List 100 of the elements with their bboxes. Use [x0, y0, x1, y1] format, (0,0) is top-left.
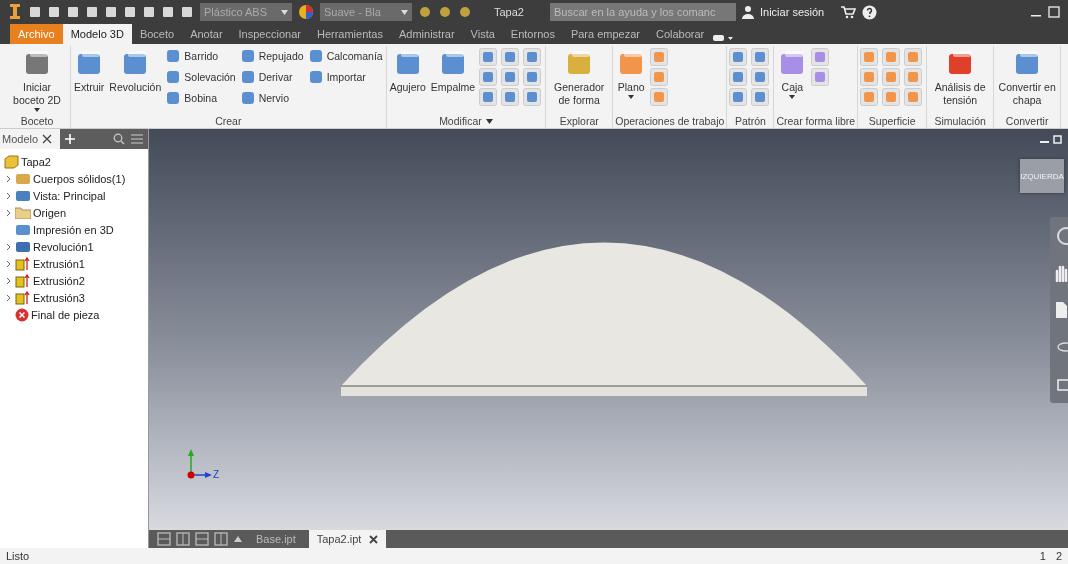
- page-number[interactable]: 1: [1039, 550, 1046, 562]
- tool-icon[interactable]: [860, 68, 879, 86]
- toolbar-icon[interactable]: [438, 5, 452, 19]
- toolbar-icon[interactable]: [104, 5, 118, 19]
- layout-icon[interactable]: [157, 532, 171, 546]
- tool-icon[interactable]: [650, 48, 669, 66]
- tool-icon[interactable]: [811, 48, 830, 66]
- ribbon-button[interactable]: Bobina: [165, 88, 237, 107]
- group-title[interactable]: Convertir: [996, 114, 1059, 128]
- ribbon-tab[interactable]: Boceto: [131, 24, 183, 44]
- ribbon-button[interactable]: Derivar: [239, 67, 305, 86]
- tree-item[interactable]: Vista: Principal: [33, 189, 106, 202]
- ribbon-button[interactable]: Calcomanía: [307, 46, 384, 65]
- ribbon-button[interactable]: Análisis de tensión: [929, 46, 992, 107]
- caret-icon[interactable]: [401, 9, 408, 15]
- ribbon-tab[interactable]: Herramientas: [308, 24, 391, 44]
- search-field[interactable]: Buscar en la ayuda y los comanc: [550, 3, 736, 21]
- ribbon-tab[interactable]: Inspeccionar: [230, 24, 309, 44]
- group-title[interactable]: Boceto: [6, 114, 68, 128]
- toolbar-icon[interactable]: [180, 5, 194, 19]
- help-icon[interactable]: [862, 4, 878, 20]
- close-icon[interactable]: [369, 534, 379, 544]
- menu-icon[interactable]: [131, 134, 143, 144]
- ribbon-button[interactable]: Convertir en chapa: [996, 46, 1059, 107]
- tool-icon[interactable]: [882, 88, 901, 106]
- ribbon-tab[interactable]: Modelo 3D: [62, 24, 132, 44]
- tool-icon[interactable]: [479, 68, 498, 86]
- color-wheel-icon[interactable]: [298, 4, 314, 20]
- tool-icon[interactable]: [860, 88, 879, 106]
- tool-icon[interactable]: [882, 48, 901, 66]
- tree-item[interactable]: Revolución1: [33, 240, 94, 253]
- page-icon[interactable]: [1054, 300, 1068, 319]
- tool-icon[interactable]: [501, 68, 520, 86]
- toolbar-icon[interactable]: [85, 5, 99, 19]
- maximize-icon[interactable]: [1048, 6, 1060, 18]
- tree-item[interactable]: Extrusión1: [33, 257, 85, 270]
- tool-icon[interactable]: [860, 48, 879, 66]
- restore-icon[interactable]: [1053, 135, 1062, 144]
- tree-item[interactable]: Origen: [33, 206, 67, 219]
- close-icon[interactable]: [42, 134, 53, 144]
- tool-icon[interactable]: [523, 68, 542, 86]
- group-title[interactable]: Simulación: [929, 114, 992, 128]
- ribbon-tab[interactable]: Anotar: [182, 24, 231, 44]
- toolbar-icon[interactable]: [47, 5, 61, 19]
- group-title[interactable]: Crear: [73, 114, 384, 128]
- document-tab[interactable]: Base.ipt: [248, 530, 304, 548]
- toolbar-icon[interactable]: [123, 5, 137, 19]
- ribbon-button[interactable]: Agujero: [388, 46, 427, 94]
- ribbon-button[interactable]: Nervio: [239, 88, 305, 107]
- ribbon-tab[interactable]: Entornos: [502, 24, 563, 44]
- ribbon-button[interactable]: Revolución: [108, 46, 163, 94]
- ribbon-tab[interactable]: Administrar: [390, 24, 463, 44]
- cart-icon[interactable]: [840, 5, 857, 19]
- ribbon-button[interactable]: Caja: [776, 46, 809, 99]
- ribbon-tab[interactable]: Colaborar: [648, 24, 713, 44]
- tool-icon[interactable]: [751, 88, 770, 106]
- toolbar-icon[interactable]: [161, 5, 175, 19]
- tool-icon[interactable]: [751, 48, 770, 66]
- tree-item[interactable]: Extrusión2: [33, 274, 85, 287]
- up-arrow-icon[interactable]: [233, 534, 243, 544]
- group-title[interactable]: Patrón: [729, 114, 772, 128]
- search-icon[interactable]: [113, 133, 125, 145]
- group-title[interactable]: Superficie: [860, 114, 925, 128]
- page-number[interactable]: 2: [1055, 550, 1062, 562]
- tool-icon[interactable]: [523, 48, 542, 66]
- add-icon[interactable]: [65, 134, 76, 144]
- tool-icon[interactable]: [650, 88, 669, 106]
- tool-icon[interactable]: [729, 88, 748, 106]
- tool-icon[interactable]: [479, 88, 498, 106]
- tool-icon[interactable]: [501, 88, 520, 106]
- layout-icon[interactable]: [195, 532, 209, 546]
- ribbon-button[interactable]: Empalme: [429, 46, 477, 94]
- ribbon-button[interactable]: Solevación: [165, 67, 237, 86]
- document-tab[interactable]: Tapa2.ipt: [308, 530, 387, 548]
- ribbon-button[interactable]: Iniciar boceto 2D: [6, 46, 68, 112]
- group-title[interactable]: Crear forma libre: [776, 114, 856, 128]
- ribbon-tab[interactable]: Para empezar: [562, 24, 648, 44]
- tool-icon[interactable]: [479, 48, 498, 66]
- toolbar-icon[interactable]: [458, 5, 472, 19]
- caret-icon[interactable]: [281, 9, 288, 15]
- tool-icon[interactable]: [523, 88, 542, 106]
- group-title[interactable]: Explorar: [548, 114, 611, 128]
- tool-icon[interactable]: [729, 68, 748, 86]
- tool-icon[interactable]: [751, 68, 770, 86]
- panel-tab[interactable]: Modelo: [2, 133, 39, 145]
- ribbon-button[interactable]: Importar: [307, 67, 384, 86]
- sign-in-link[interactable]: Iniciar sesión: [760, 6, 825, 18]
- ribbon-button[interactable]: Barrido: [165, 46, 237, 65]
- pan-hand-icon[interactable]: [1054, 263, 1068, 282]
- tool-icon[interactable]: [904, 68, 923, 86]
- tree-item[interactable]: Final de pieza: [31, 308, 100, 321]
- ribbon-button[interactable]: Generador de forma: [548, 46, 611, 107]
- tool-icon[interactable]: [811, 68, 830, 86]
- 3d-viewport[interactable]: IZQUIERDA Z: [149, 129, 1068, 530]
- ribbon-tab[interactable]: Vista: [462, 24, 503, 44]
- tool-icon[interactable]: [650, 68, 669, 86]
- toggle-icon[interactable]: [712, 32, 735, 44]
- toolbar-icon[interactable]: [28, 5, 42, 19]
- tool-icon[interactable]: [904, 88, 923, 106]
- tree-item[interactable]: Cuerpos sólidos(1): [33, 172, 126, 185]
